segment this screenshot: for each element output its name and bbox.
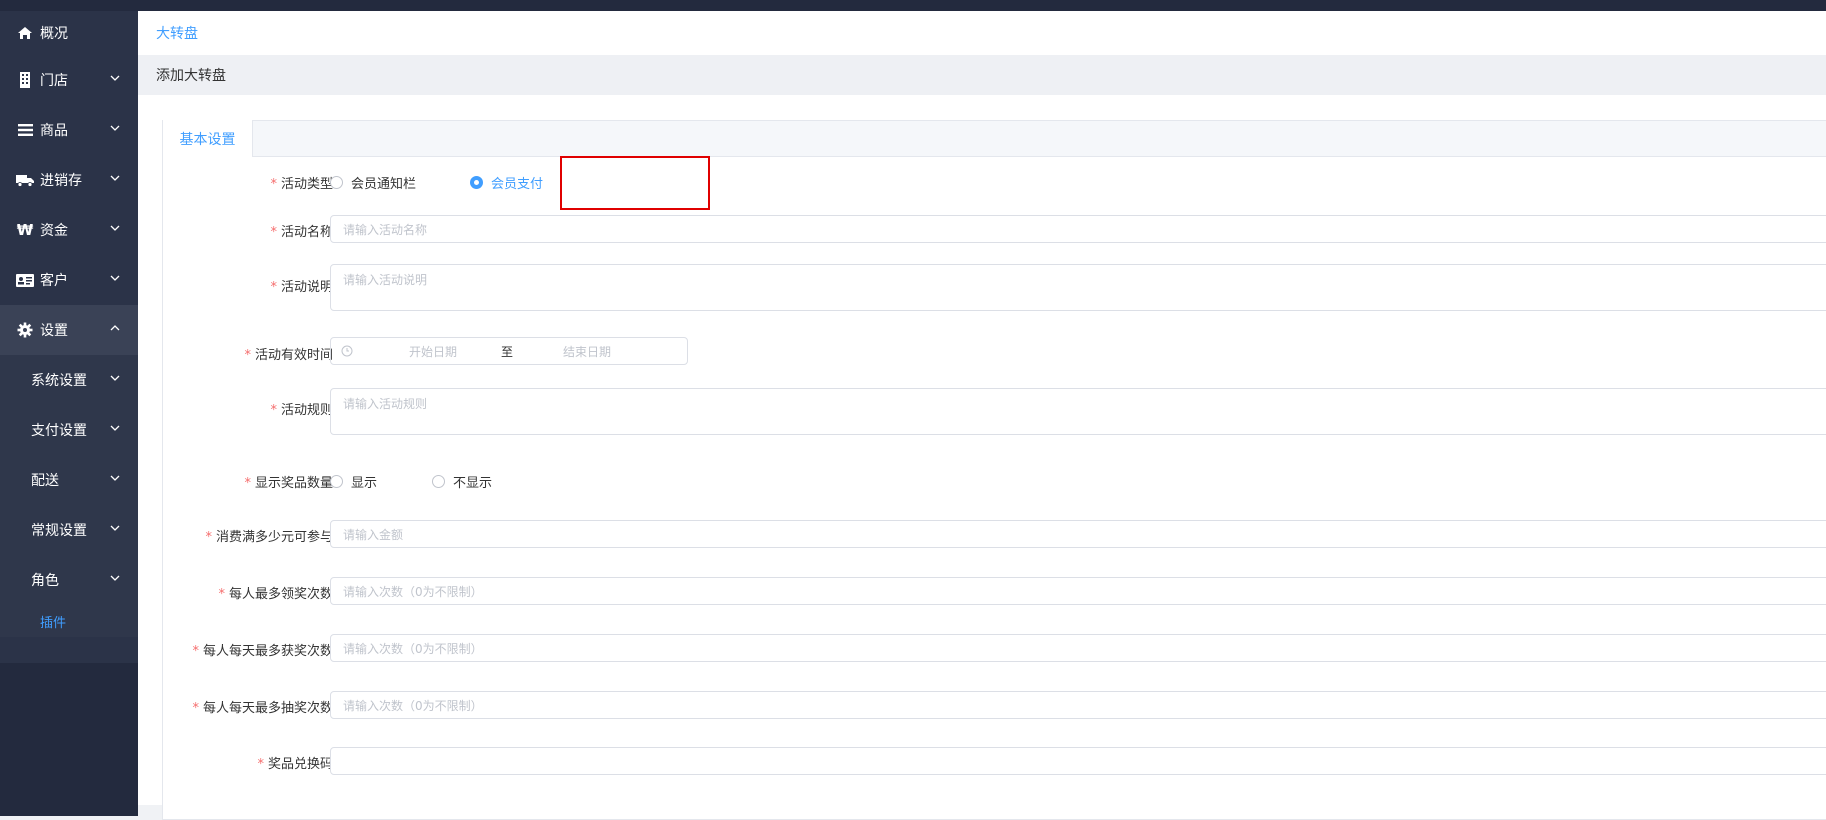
activity-name-input[interactable]: 请输入活动名称 [330,215,1826,243]
valid-time-label: * 活动有效时间 [244,348,333,363]
chevron-down-icon [110,225,120,231]
max-claims-label: * 每人最多领奖次数 [218,587,333,602]
breadcrumb[interactable]: 大转盘 [138,11,1826,55]
sidebar-item-label: 资金 [40,223,68,239]
radio-dot[interactable] [432,475,445,488]
radio-dot[interactable] [470,176,483,189]
end-date-input[interactable]: 结束日期 [563,343,611,360]
max-claims-input[interactable]: 请输入次数（0为不限制） [330,577,1826,605]
activity-desc-textarea[interactable]: 请输入活动说明 [330,264,1826,311]
sidebar-subitem-delivery[interactable]: 配送 [0,455,138,505]
sidebar-item-funds[interactable]: ₩ 资金 [0,205,138,255]
main-content: 大转盘 添加大转盘 基本设置 * 活动类型 会员通知栏 会员支付 * 活动名称 请输… [138,11,1826,820]
settings-submenu: 系统设置 支付设置 配送 常规设置 角色 插件 [0,355,138,637]
chevron-down-icon [110,575,120,581]
sidebar-item-label: 进销存 [40,173,82,189]
radio-member-notice[interactable]: 会员通知栏 [330,173,416,192]
chevron-down-icon [110,375,120,381]
activity-rules-textarea[interactable]: 请输入活动规则 [330,388,1826,435]
date-range-picker[interactable]: 开始日期 至 结束日期 [330,337,688,365]
tab-bar: 基本设置 [163,120,1826,157]
start-date-input[interactable]: 开始日期 [409,343,457,360]
max-daily-draws-input[interactable]: 请输入次数（0为不限制） [330,691,1826,719]
sidebar-footer [0,663,138,816]
sidebar-item-label: 设置 [40,323,68,339]
radio-member-payment[interactable]: 会员支付 [470,173,543,192]
chevron-down-icon [110,525,120,531]
radio-show[interactable]: 显示 [330,472,377,491]
chevron-down-icon [110,425,120,431]
top-bar [0,0,1826,11]
sidebar-subitem-label: 常规设置 [31,523,87,539]
tab-basic-settings[interactable]: 基本设置 [163,120,253,157]
sidebar-subitem-label: 配送 [31,473,59,489]
chevron-down-icon [110,275,120,281]
min-spend-label: * 消费满多少元可参与 [205,530,333,545]
sidebar-subitem-general-settings[interactable]: 常规设置 [0,505,138,555]
sidebar-subitem-payment-settings[interactable]: 支付设置 [0,405,138,455]
activity-rules-label: * 活动规则 [270,403,333,418]
date-range-separator: 至 [501,344,514,359]
truck-icon [16,172,34,188]
chevron-up-icon [110,325,120,331]
activity-desc-label: * 活动说明 [270,280,333,295]
sidebar-item-label: 商品 [40,123,68,139]
sidebar-item-inventory[interactable]: 进销存 [0,155,138,205]
form-panel: 基本设置 * 活动类型 会员通知栏 会员支付 * 活动名称 请输入活动名称 * 活动说… [162,120,1826,820]
radio-dot[interactable] [330,475,343,488]
max-daily-wins-input[interactable]: 请输入次数（0为不限制） [330,634,1826,662]
redeem-code-input[interactable] [330,747,1826,775]
chevron-down-icon [110,175,120,181]
sidebar: 概况 门店 商品 进销存 ₩ 资金 客户 设置 系统设置 支付设置 配送 常规设… [0,11,138,816]
chevron-down-icon [110,75,120,81]
sidebar-subitem-roles[interactable]: 角色 [0,555,138,605]
id-card-icon [16,272,34,288]
home-icon [16,25,34,41]
sidebar-leaf-plugins[interactable]: 插件 [0,605,138,637]
sidebar-subitem-label: 角色 [31,573,59,589]
activity-name-label: * 活动名称 [270,225,333,240]
list-icon [16,122,34,138]
show-prize-count-label: * 显示奖品数量 [244,476,333,491]
radio-dot[interactable] [330,176,343,189]
highlight-box [560,156,710,210]
sidebar-subitem-label: 系统设置 [31,373,87,389]
max-daily-draws-label: * 每人每天最多抽奖次数 [192,701,333,716]
sidebar-item-store[interactable]: 门店 [0,55,138,105]
won-icon: ₩ [16,221,34,239]
sidebar-subitem-system-settings[interactable]: 系统设置 [0,355,138,405]
sidebar-subitem-label: 支付设置 [31,423,87,439]
activity-type-label: * 活动类型 [270,177,333,192]
chevron-down-icon [110,475,120,481]
redeem-code-label: * 奖品兑换码 [257,757,333,772]
building-icon [16,72,34,88]
max-daily-wins-label: * 每人每天最多获奖次数 [192,644,333,659]
sidebar-item-customers[interactable]: 客户 [0,255,138,305]
min-spend-input[interactable]: 请输入金额 [330,520,1826,548]
sidebar-item-label: 门店 [40,73,68,89]
gear-icon [16,322,34,338]
clock-icon [341,345,353,357]
radio-hide[interactable]: 不显示 [432,472,492,491]
sidebar-item-overview[interactable]: 概况 [0,11,138,55]
chevron-down-icon [110,125,120,131]
page-title: 添加大转盘 [138,55,1826,95]
sidebar-item-label: 客户 [40,273,68,289]
sidebar-item-label: 概况 [40,26,68,42]
sidebar-item-settings[interactable]: 设置 [0,305,138,355]
sidebar-item-products[interactable]: 商品 [0,105,138,155]
